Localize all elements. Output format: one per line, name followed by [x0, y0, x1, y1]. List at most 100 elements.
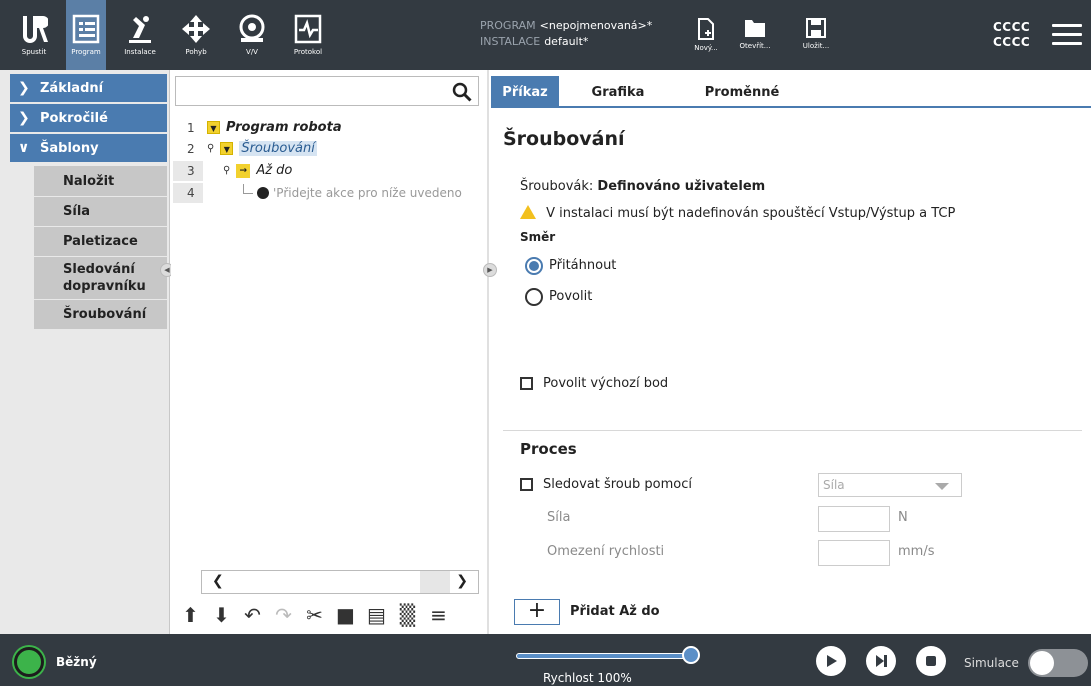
- screwdriver-label: Šroubovák:: [520, 179, 594, 194]
- tab-command[interactable]: Příkaz: [491, 76, 559, 108]
- horizontal-scrollbar[interactable]: ❮ ❯: [201, 570, 479, 594]
- track-screw-checkbox[interactable]: [520, 478, 533, 491]
- stop-button[interactable]: [916, 646, 946, 676]
- installation-icon: [129, 16, 151, 43]
- robot-status-icon[interactable]: [14, 647, 44, 677]
- undo-icon[interactable]: ↶: [237, 600, 268, 630]
- run-tab[interactable]: Spustit: [14, 0, 54, 70]
- installation-tab-label: Instalace: [124, 48, 156, 56]
- installation-tab[interactable]: Instalace: [120, 0, 160, 70]
- command-tabs: Příkaz Grafika Proměnné: [491, 76, 1091, 108]
- pin-icon: ⚲: [207, 143, 215, 154]
- speed-slider-handle[interactable]: [682, 646, 700, 664]
- redo-icon[interactable]: ↷: [268, 600, 299, 630]
- paste-icon[interactable]: ▤: [361, 600, 392, 630]
- sidebar-item-load[interactable]: Naložit: [34, 166, 167, 197]
- move-tab[interactable]: Pohyb: [176, 0, 216, 70]
- new-file-icon: [698, 18, 714, 40]
- scrollbar-thumb[interactable]: [420, 571, 450, 593]
- tree-node-label: Až do: [256, 163, 293, 178]
- chevron-down-icon: ∨: [18, 140, 30, 156]
- open-button-label: Otevřít...: [739, 42, 771, 50]
- radio-tighten[interactable]: [525, 257, 543, 275]
- direction-label: Směr: [520, 230, 556, 244]
- collapse-right-icon[interactable]: ▶: [483, 263, 497, 277]
- track-select-value: Síla: [823, 478, 845, 492]
- sidebar-item-palletizing[interactable]: Paletizace: [34, 227, 167, 257]
- copy-icon[interactable]: ■: [330, 600, 361, 630]
- new-button[interactable]: Nový...: [689, 18, 723, 52]
- play-button[interactable]: [816, 646, 846, 676]
- speed-limit-input[interactable]: [818, 540, 890, 566]
- delete-icon[interactable]: ▒: [392, 600, 423, 630]
- add-until-button[interactable]: +: [514, 599, 560, 625]
- speed-slider[interactable]: [516, 653, 692, 659]
- radio-tighten-label[interactable]: Přitáhnout: [549, 258, 616, 273]
- play-icon: [827, 655, 837, 667]
- open-button[interactable]: Otevřít...: [738, 18, 772, 50]
- simulation-toggle[interactable]: [1028, 649, 1088, 677]
- program-info: PROGRAM <nepojmenovaná>* INSTALACE default…: [480, 18, 652, 50]
- category-basic[interactable]: ❯ Základní: [10, 74, 167, 102]
- sidebar-item-force[interactable]: Síla: [34, 197, 167, 227]
- expand-triangle-icon[interactable]: ▼: [220, 142, 234, 155]
- log-tab[interactable]: Protokol: [288, 0, 328, 70]
- tree-node-comment[interactable]: 'Přidejte akce pro níže uvedeno: [243, 184, 462, 200]
- scroll-left-icon[interactable]: ❮: [212, 573, 224, 589]
- tree-node-robot-program[interactable]: ▼ Program robota: [207, 120, 342, 135]
- warning-row: V instalaci musí být nadefinován spouště…: [520, 205, 955, 221]
- start-point-label[interactable]: Povolit výchozí bod: [543, 376, 668, 391]
- bottom-bar: Běžný Rychlost 100% Simulace: [0, 634, 1091, 686]
- expand-triangle-icon[interactable]: ▼: [207, 121, 220, 134]
- hamburger-menu-icon[interactable]: [1052, 24, 1082, 51]
- run-tab-label: Spustit: [21, 48, 47, 56]
- force-unit: N: [898, 510, 908, 525]
- io-tab[interactable]: V/V: [232, 0, 272, 70]
- track-screw-label[interactable]: Sledovat šroub pomocí: [543, 477, 692, 492]
- move-up-icon[interactable]: ⬆: [175, 600, 206, 630]
- add-until-label[interactable]: Přidat Až do: [570, 604, 660, 619]
- category-advanced-label: Pokročilé: [40, 110, 108, 126]
- sidebar-item-label: Naložit: [63, 173, 115, 189]
- search-icon[interactable]: [452, 82, 472, 102]
- page-title: Šroubování: [503, 128, 625, 150]
- speed-label: Rychlost 100%: [543, 671, 632, 685]
- section-divider: [503, 430, 1082, 431]
- process-title: Proces: [520, 440, 577, 458]
- line-number: 2: [187, 142, 195, 156]
- radio-loosen[interactable]: [525, 288, 543, 306]
- folder-icon: [745, 20, 765, 37]
- force-input[interactable]: [818, 506, 890, 532]
- simulation-label: Simulace: [964, 656, 1019, 670]
- radio-loosen-label[interactable]: Povolit: [549, 289, 592, 304]
- ur-logo-icon: [23, 16, 48, 43]
- track-select[interactable]: Síla: [818, 473, 962, 497]
- program-tab[interactable]: Program: [66, 0, 106, 70]
- tree-toolbar: ⬆ ⬇ ↶ ↷ ✂ ■ ▤ ▒ ≡: [171, 598, 485, 632]
- log-icon: [294, 14, 322, 44]
- search-input[interactable]: [175, 76, 479, 106]
- user-indicator[interactable]: CCCC CCCC: [993, 20, 1030, 50]
- tab-variables[interactable]: Proměnné: [687, 76, 797, 108]
- step-button[interactable]: [866, 646, 896, 676]
- sidebar-item-conveyor-tracking[interactable]: Sledování dopravníku: [34, 257, 167, 300]
- save-button[interactable]: Uložit...: [799, 18, 833, 50]
- tree-node-until[interactable]: ⚲ → Až do: [223, 163, 292, 178]
- sidebar-item-screwdriving[interactable]: Šroubování: [34, 300, 167, 330]
- move-icon: [182, 15, 210, 43]
- move-tab-label: Pohyb: [185, 48, 207, 56]
- pin-icon: ⚲: [223, 165, 231, 176]
- category-advanced[interactable]: ❯ Pokročilé: [10, 104, 167, 132]
- until-icon: →: [236, 163, 251, 178]
- move-down-icon[interactable]: ⬇: [206, 600, 237, 630]
- category-templates[interactable]: ∨ Šablony: [10, 134, 167, 162]
- speed-limit-label: Omezení rychlosti: [547, 544, 665, 559]
- start-point-checkbox[interactable]: [520, 377, 533, 390]
- sidebar-item-label: Šroubování: [63, 307, 147, 322]
- tab-graphics[interactable]: Grafika: [583, 76, 653, 108]
- dropdown-arrow-icon: [935, 483, 949, 490]
- cut-icon[interactable]: ✂: [299, 600, 330, 630]
- suppress-icon[interactable]: ≡: [423, 600, 454, 630]
- tree-node-screwdriving[interactable]: ⚲ ▼ Šroubování: [207, 141, 317, 156]
- scroll-right-icon[interactable]: ❯: [456, 573, 468, 589]
